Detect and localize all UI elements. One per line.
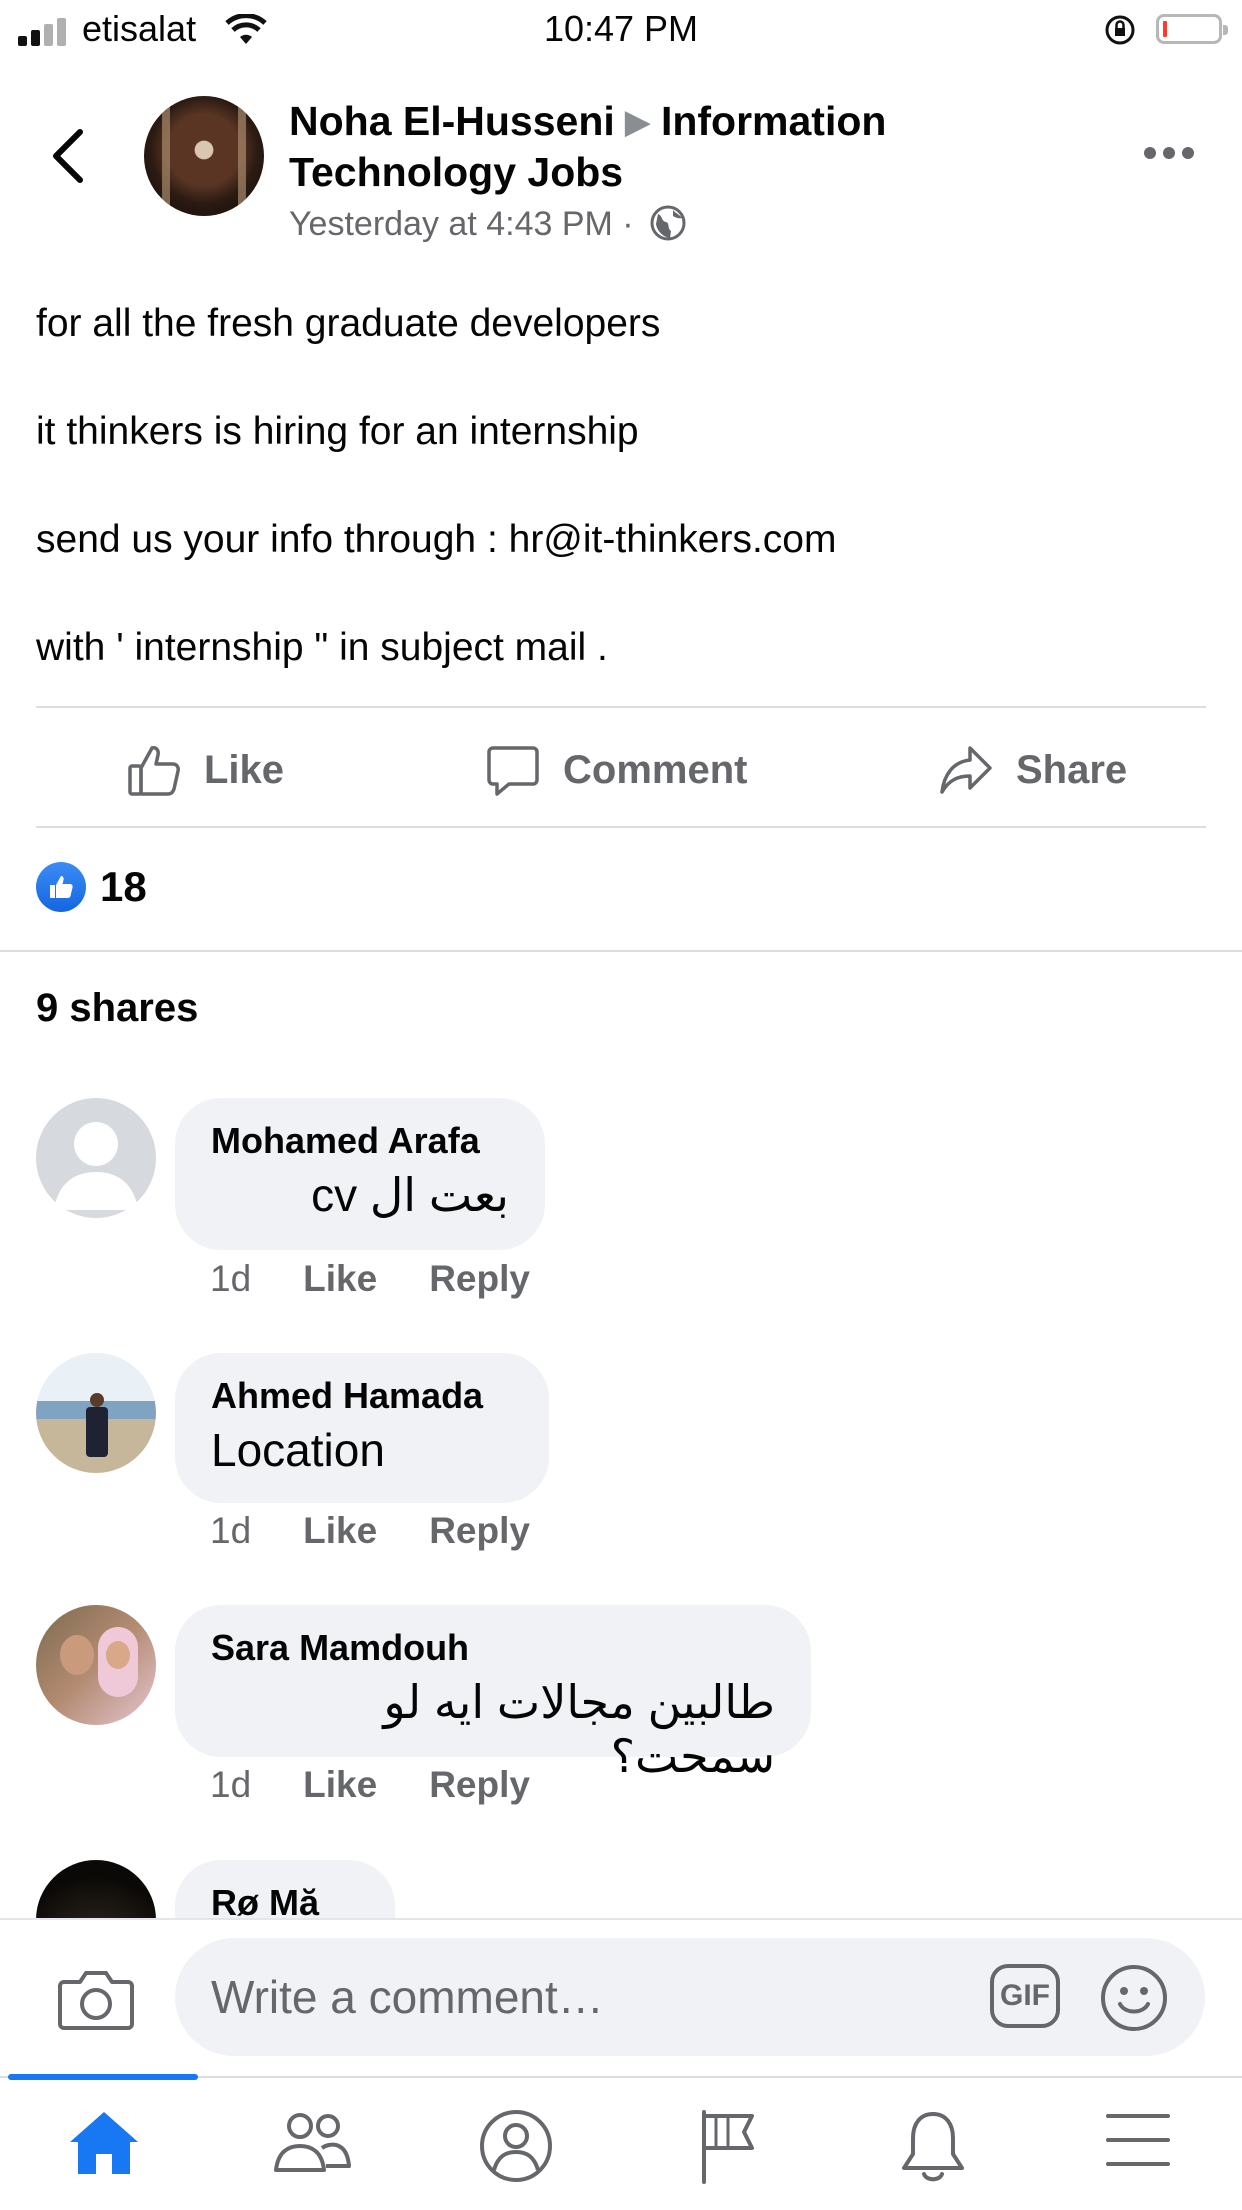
divider (36, 706, 1206, 708)
shared-to-arrow-icon: ▶ (624, 103, 651, 141)
pages-flag-icon[interactable] (694, 2108, 758, 2184)
author-name-link[interactable]: Noha El-Husseni (289, 98, 615, 144)
comment-actions: 1d Like Reply (210, 1510, 530, 1552)
comment-reply-button[interactable]: Reply (429, 1510, 530, 1552)
clock: 10:47 PM (543, 8, 699, 49)
commenter-avatar[interactable] (36, 1353, 156, 1473)
comment-bubble[interactable]: Sara Mamdouh طالبين مجالات ايه لو سمحت؟ (175, 1605, 811, 1782)
active-tab-indicator (8, 2074, 198, 2080)
post-header-title: Noha El-Husseni ▶ Information Technology J… (289, 96, 1009, 197)
default-avatar-icon (54, 1122, 138, 1210)
meta-separator: · (622, 205, 634, 243)
tab-bar (0, 2076, 1242, 2210)
home-icon[interactable] (66, 2108, 142, 2178)
comment-reply-button[interactable]: Reply (429, 1764, 530, 1806)
comment-like-button[interactable]: Like (303, 1764, 377, 1806)
reactions-summary[interactable]: 18 (36, 862, 147, 912)
back-chevron-icon[interactable] (50, 128, 86, 184)
comment-bubble[interactable]: Ahmed Hamada Location (175, 1353, 549, 1503)
comment-reply-button[interactable]: Reply (429, 1258, 530, 1300)
comment-text: بعت ال cv (311, 1169, 509, 1221)
more-options-icon[interactable] (1143, 146, 1195, 160)
comment-time: 1d (210, 1510, 252, 1551)
author-avatar[interactable] (144, 96, 264, 216)
comment-button[interactable]: Comment (485, 740, 747, 800)
commenter-avatar[interactable] (36, 1605, 156, 1725)
thumbs-up-icon (128, 746, 180, 796)
post-text-line: for all the fresh graduate developers (36, 302, 661, 345)
commenter-avatar[interactable] (36, 1098, 156, 1218)
comment-text: Location (211, 1424, 385, 1476)
rotation-lock-icon (1105, 15, 1135, 45)
comment-time: 1d (210, 1258, 252, 1299)
reaction-count: 18 (100, 863, 147, 910)
post-text-line: it thinkers is hiring for an internship (36, 410, 639, 453)
post-timestamp[interactable]: Yesterday at 4:43 PM (289, 205, 613, 243)
comment-like-button[interactable]: Like (303, 1510, 377, 1552)
commenter-name[interactable]: Sara Mamdouh (211, 1627, 775, 1669)
share-label: Share (1016, 747, 1128, 792)
gif-button[interactable]: GIF (990, 1964, 1060, 2028)
battery-icon (1156, 14, 1228, 44)
globe-icon (650, 205, 686, 241)
post-meta: Yesterday at 4:43 PM · (289, 204, 687, 244)
divider (0, 950, 1242, 952)
divider (36, 826, 1206, 828)
notifications-bell-icon[interactable] (898, 2108, 968, 2184)
shares-count[interactable]: 9 shares (36, 986, 198, 1031)
share-arrow-icon (940, 746, 992, 794)
comment-like-button[interactable]: Like (303, 1258, 377, 1300)
like-reaction-icon (36, 862, 86, 912)
friends-icon[interactable] (272, 2108, 352, 2178)
comment-bubble[interactable]: Mohamed Arafa بعت ال cv (175, 1098, 545, 1250)
camera-icon[interactable] (58, 1968, 134, 2032)
like-button[interactable]: Like (126, 740, 284, 800)
commenter-name[interactable]: Ahmed Hamada (211, 1375, 513, 1417)
share-button[interactable]: Share (938, 740, 1127, 800)
post-text-line: with ' internship " in subject mail . (36, 626, 608, 669)
comment-label: Comment (563, 747, 748, 792)
commenter-name[interactable]: Mohamed Arafa (211, 1120, 509, 1162)
like-label: Like (204, 747, 285, 792)
post-text-line: send us your info through : hr@it-thinke… (36, 518, 837, 561)
comment-input-placeholder: Write a comment… (211, 1971, 604, 2023)
comment-time: 1d (210, 1764, 252, 1805)
emoji-icon[interactable] (1100, 1964, 1168, 2032)
commenter-name[interactable]: Rø Mă (211, 1882, 359, 1924)
profile-icon[interactable] (478, 2108, 554, 2184)
menu-icon[interactable] (1104, 2108, 1172, 2172)
comment-actions: 1d Like Reply (210, 1258, 530, 1300)
comment-icon (487, 746, 539, 796)
status-bar: etisalat 10:47 PM (0, 0, 1242, 60)
comment-actions: 1d Like Reply (210, 1764, 530, 1806)
